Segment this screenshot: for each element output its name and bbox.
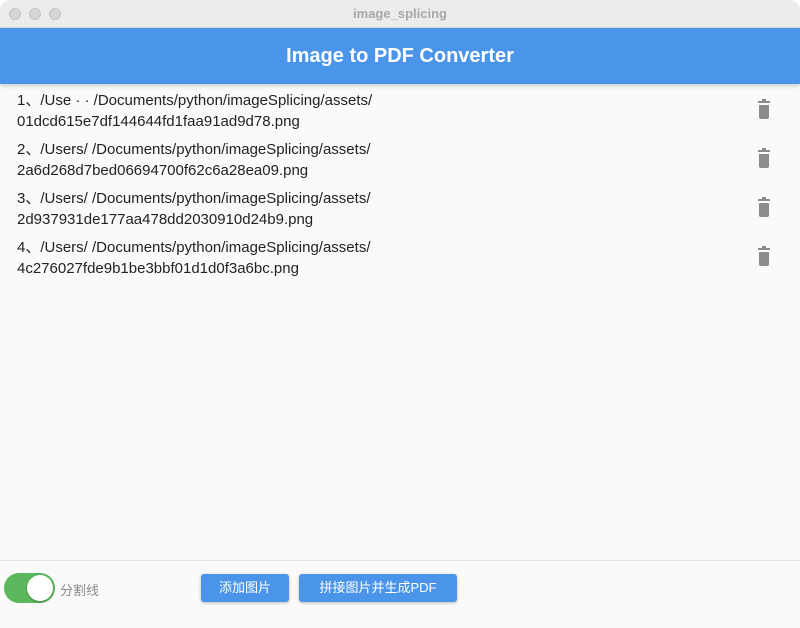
app-bar-title: Image to PDF Converter xyxy=(286,45,514,67)
divider-toggle-label: 分割线 xyxy=(60,583,100,598)
trash-icon[interactable] xyxy=(754,98,774,120)
title-bar: image_splicing xyxy=(0,0,800,28)
divider-toggle[interactable] xyxy=(4,573,55,603)
generate-pdf-button[interactable]: 拼接图片并生成PDF xyxy=(299,574,457,602)
file-path-label: 1、/Use · · /Documents/python/imageSplici… xyxy=(17,92,373,130)
file-list: 1、/Use · · /Documents/python/imageSplici… xyxy=(0,90,800,286)
app-window: image_splicing Image to PDF Converter 1、… xyxy=(0,0,800,628)
add-image-button[interactable]: 添加图片 xyxy=(201,574,289,602)
list-item: 3、/Users/ /Documents/python/imageSplicin… xyxy=(0,188,800,237)
bottom-divider xyxy=(0,560,800,561)
trash-icon[interactable] xyxy=(754,196,774,218)
list-item: 4、/Users/ /Documents/python/imageSplicin… xyxy=(0,237,800,286)
file-path-label: 2、/Users/ /Documents/python/imageSplicin… xyxy=(17,141,371,179)
trash-icon[interactable] xyxy=(754,245,774,267)
file-path-label: 4、/Users/ /Documents/python/imageSplicin… xyxy=(17,239,371,277)
app-bar: Image to PDF Converter xyxy=(0,28,800,84)
list-item: 1、/Use · · /Documents/python/imageSplici… xyxy=(0,90,800,139)
toggle-knob xyxy=(27,575,53,601)
list-item: 2、/Users/ /Documents/python/imageSplicin… xyxy=(0,139,800,188)
trash-icon[interactable] xyxy=(754,147,774,169)
window-title: image_splicing xyxy=(353,6,447,21)
file-path-label: 3、/Users/ /Documents/python/imageSplicin… xyxy=(17,190,371,228)
